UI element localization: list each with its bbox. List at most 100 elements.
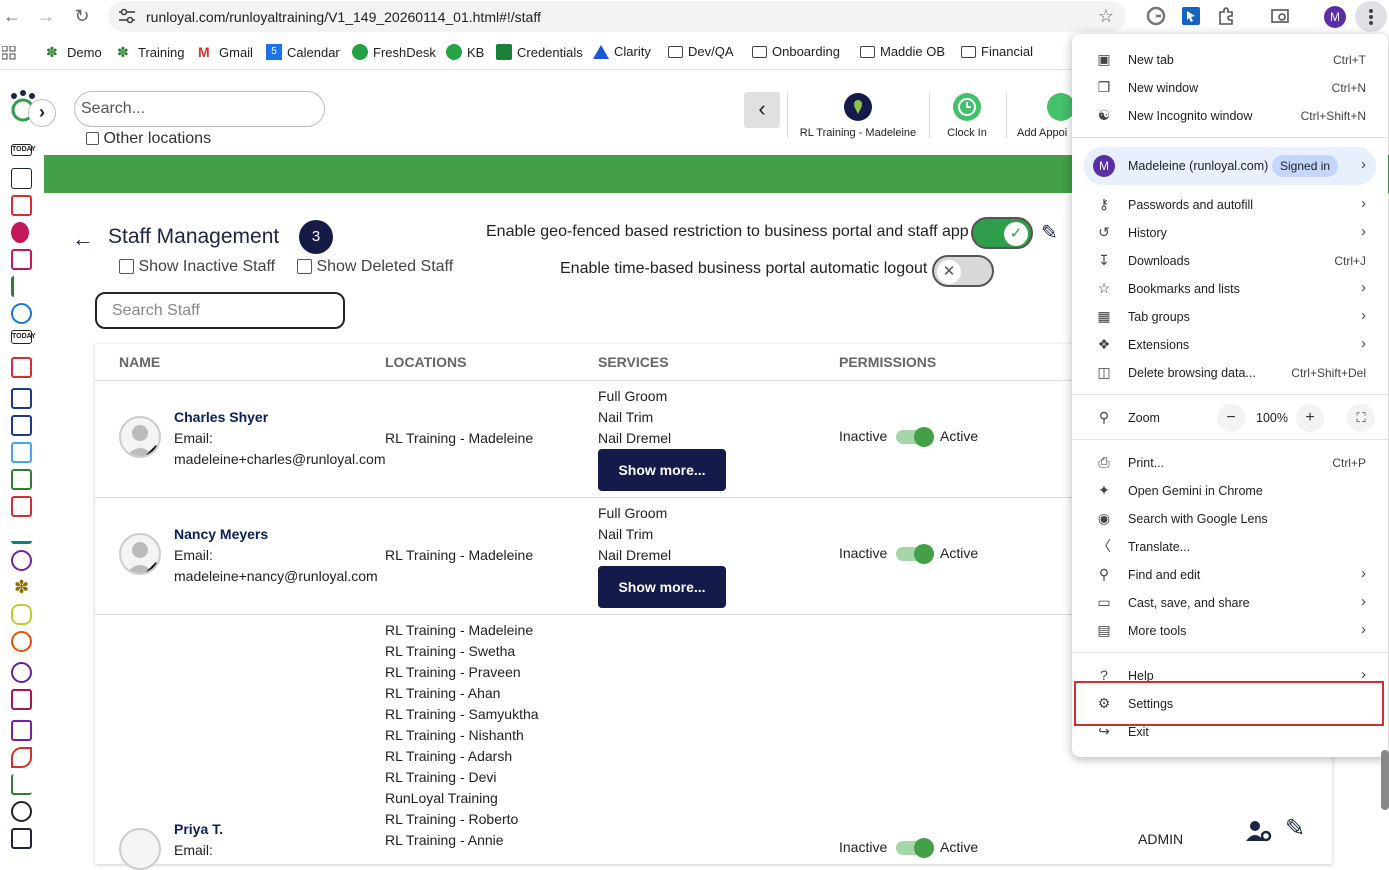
column-header-services[interactable]: SERVICES [598,354,669,370]
bookmark-kb[interactable]: KB [446,44,484,60]
thumbs-up-icon[interactable] [11,720,32,741]
location-icon[interactable] [11,303,32,324]
bookmark-financial[interactable]: Financial [961,44,1033,59]
today-clock-icon[interactable]: TODAY [11,330,36,344]
menu-incognito[interactable]: ☯ New Incognito window Ctrl+Shift+N [1072,102,1388,130]
status-toggle[interactable] [896,544,934,564]
menu-cast-save-share[interactable]: ▭ Cast, save, and share › [1072,589,1388,617]
menu-more-tools[interactable]: ▤ More tools › [1072,617,1388,645]
time-settings-icon[interactable] [11,801,32,822]
menu-translate[interactable]: 〈 Translate... [1072,533,1388,561]
back-arrow-icon[interactable]: ← [72,226,94,252]
report-icon[interactable] [11,496,32,517]
menu-new-tab[interactable]: ▣ New tab Ctrl+T [1072,46,1388,74]
avatar[interactable] [119,533,161,575]
bookmark-freshdesk[interactable]: FreshDesk [352,44,436,60]
bookmark-star-icon[interactable]: ☆ [1098,6,1114,27]
staff-name[interactable]: Nancy Meyers [174,524,378,545]
bookmark-gmail[interactable]: M Gmail [198,44,253,60]
boarding-icon[interactable] [11,249,32,270]
edit-pencil-icon[interactable]: ✎ [1285,814,1305,843]
menu-print[interactable]: ⎙ Print... Ctrl+P [1072,449,1388,477]
add-appointment-tile[interactable]: Add Appoi [1014,92,1074,139]
bookmark-credentials[interactable]: Credentials [496,44,583,60]
column-header-locations[interactable]: LOCATIONS [385,354,466,370]
status-toggle[interactable] [896,838,934,858]
menu-google-lens[interactable]: ◉ Search with Google Lens [1072,505,1388,533]
user-icon[interactable] [11,631,32,652]
zoom-out-button[interactable]: − [1217,404,1245,432]
status-toggle[interactable] [896,427,934,447]
location-tile[interactable]: RL Training - Madeleine [790,92,926,139]
avatar[interactable] [119,416,161,458]
staff-name[interactable]: Priya T. [174,819,223,840]
back-arrow-icon[interactable]: ← [2,6,22,26]
layout-icon[interactable] [11,442,32,463]
reload-icon[interactable]: ↻ [72,6,92,26]
chrome-menu-button[interactable] [1355,1,1387,32]
menu-tab-groups[interactable]: ▦ Tab groups › [1072,303,1388,331]
extension-cursor-icon[interactable] [1181,6,1201,26]
calendar-grid-icon[interactable] [11,195,32,216]
menu-profile[interactable]: M Madeleine (runloyal.com) Signed in › [1084,147,1376,185]
menu-history[interactable]: ↺ History › [1072,219,1388,247]
column-header-name[interactable]: NAME [119,354,160,370]
today-icon[interactable]: TODAY [11,144,36,156]
other-locations-checkbox[interactable]: Other locations [86,130,211,148]
show-inactive-checkbox[interactable]: Show Inactive Staff [119,258,275,276]
user-settings-icon[interactable] [1245,819,1273,843]
auto-logout-toggle[interactable]: ✕ [932,255,994,287]
checkbox[interactable] [119,259,134,275]
show-more-button[interactable]: Show more... [598,449,726,491]
bookmark-calendar[interactable]: 5 Calendar [266,44,340,60]
menu-passwords[interactable]: ⚷ Passwords and autofill › [1072,191,1388,219]
calendar-edit-icon[interactable] [11,357,32,378]
profile-avatar[interactable]: M [1324,6,1346,28]
global-search-input[interactable]: Search... [74,91,325,127]
loyalty-icon[interactable] [11,550,32,571]
menu-bookmarks[interactable]: ☆ Bookmarks and lists › [1072,275,1388,303]
show-more-button[interactable]: Show more... [598,566,726,608]
address-bar[interactable]: runloyal.com/runloyaltraining/V1_149_202… [108,1,1126,32]
bookmark-training[interactable]: ✽ Training [117,44,184,60]
staff-name[interactable]: Charles Shyer [174,407,385,428]
bookmark-onboarding[interactable]: Onboarding [752,44,840,59]
avatar[interactable] [119,828,161,870]
task-icon[interactable] [11,469,32,490]
bookmark-clarity[interactable]: Clarity [593,44,651,59]
growth-chart-icon[interactable] [11,774,32,795]
checkbox[interactable] [86,132,99,146]
checklist-icon[interactable] [11,276,32,297]
tab-search-icon[interactable] [1270,6,1290,26]
dashboard-icon[interactable] [11,168,32,189]
expand-sidebar-button[interactable]: › [28,99,56,127]
schedule-icon[interactable] [11,388,32,409]
menu-find-edit[interactable]: ⚲ Find and edit › [1072,561,1388,589]
bookmark-demo[interactable]: ✽ Demo [46,44,102,60]
staff-search-input[interactable]: Search Staff [95,292,345,329]
menu-gemini[interactable]: ✦ Open Gemini in Chrome [1072,477,1388,505]
bookmark-maddie-ob[interactable]: Maddie OB [860,44,945,59]
chat-icon[interactable] [11,662,32,683]
staff-icon[interactable] [11,828,32,849]
geo-fence-toggle[interactable]: ✓ [971,217,1033,249]
menu-delete-data[interactable]: ◫ Delete browsing data... Ctrl+Shift+Del [1072,359,1388,387]
zoom-in-button[interactable]: + [1296,404,1324,432]
staff-calendar-icon[interactable] [11,415,32,436]
column-header-permissions[interactable]: PERMISSIONS [839,354,936,370]
clock-in-tile[interactable]: Clock In [935,92,999,139]
menu-downloads[interactable]: ↧ Downloads Ctrl+J [1072,247,1388,275]
grammarly-icon[interactable] [1146,6,1166,26]
bookmark-devqa[interactable]: Dev/QA [668,44,734,59]
shield-icon[interactable] [11,604,32,625]
paw-icon[interactable]: ✽ [11,577,32,598]
menu-extensions[interactable]: ❖ Extensions › [1072,331,1388,359]
page-scrollbar[interactable] [1381,750,1389,810]
site-info-icon[interactable] [118,8,136,24]
checkbox[interactable] [297,259,312,275]
edit-pencil-icon[interactable]: ✎ [1041,220,1058,245]
apps-grid-icon[interactable] [2,46,16,60]
show-deleted-checkbox[interactable]: Show Deleted Staff [297,258,453,276]
menu-new-window[interactable]: ❐ New window Ctrl+N [1072,74,1388,102]
collapse-toolbar-button[interactable]: ‹ [744,92,780,128]
